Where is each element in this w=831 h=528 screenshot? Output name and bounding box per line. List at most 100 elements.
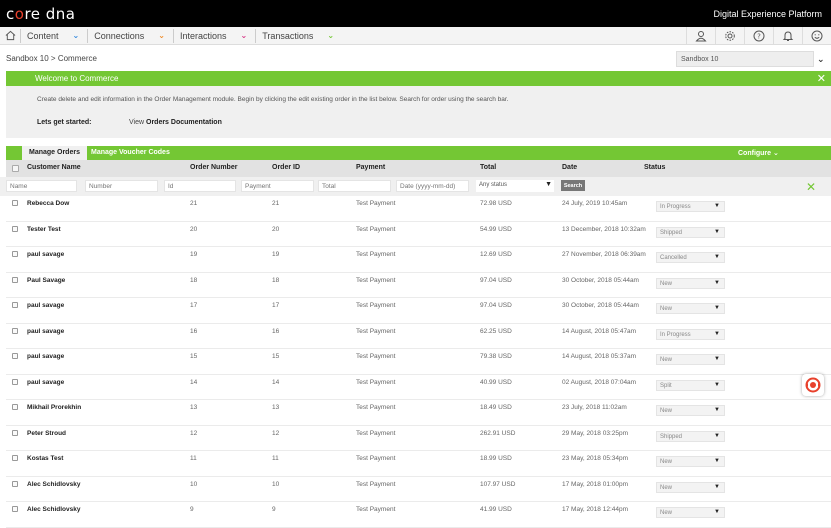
row-checkbox[interactable]	[12, 378, 18, 385]
table-row[interactable]: Rebecca Dow 21 21 Test Payment 72.98 USD 24 J…	[6, 196, 831, 222]
customer-name[interactable]: Rebecca Dow	[27, 200, 69, 207]
customer-name[interactable]: Mikhail Prorekhin	[27, 404, 81, 411]
table-row[interactable]: paul savage 15 15 Test Payment 79.38 USD 14 A…	[6, 349, 831, 375]
order-total: 40.99 USD	[480, 378, 512, 386]
status-select[interactable]: New ▼	[656, 481, 725, 493]
column-header-payment[interactable]: Payment	[356, 164, 385, 171]
order-date: 13 December, 2018 10:32am	[562, 225, 646, 233]
nav-item-label: Transactions	[262, 30, 314, 41]
chat-widget-button[interactable]	[802, 374, 824, 396]
row-checkbox[interactable]	[12, 251, 18, 257]
row-checkbox[interactable]	[12, 404, 18, 410]
customer-name[interactable]: Paul Savage	[27, 277, 65, 284]
customer-name[interactable]: paul savage	[27, 302, 64, 309]
status-select[interactable]: Cancelled ▼	[656, 252, 725, 263]
customer-name[interactable]: paul savage	[27, 328, 64, 335]
table-row[interactable]: paul savage 14 14 Test Payment 40.99 USD 02 A…	[6, 375, 831, 400]
customer-name[interactable]: paul savage	[27, 353, 64, 360]
table-row[interactable]: Mikhail Prorekhin 13 13 Test Payment 18.49 U…	[6, 400, 831, 426]
status-value: Cancelled	[660, 255, 687, 261]
breadcrumb[interactable]: Sandbox 10 > Commerce	[0, 54, 97, 63]
chevron-down-icon[interactable]: ⌄	[817, 54, 825, 65]
table-row[interactable]: Paul Savage 18 18 Test Payment 97.04 USD 30 O…	[6, 273, 831, 298]
table-row[interactable]: Kostas Test 11 11 Test Payment 18.99 USD 23 M…	[6, 451, 831, 477]
row-checkbox[interactable]	[12, 327, 18, 334]
documentation-link[interactable]: View Orders Documentation	[129, 119, 222, 126]
row-checkbox[interactable]	[12, 302, 18, 308]
filter-id-input[interactable]	[164, 180, 236, 192]
filter-date-input[interactable]	[396, 180, 469, 192]
customer-name[interactable]: paul savage	[27, 379, 64, 386]
smiley-icon[interactable]	[802, 26, 831, 45]
status-select[interactable]: Split ▼	[656, 379, 725, 391]
site-selector[interactable]: Sandbox 10	[676, 51, 814, 67]
filter-total-input[interactable]	[318, 180, 391, 192]
status-select[interactable]: New ▼	[656, 456, 725, 467]
close-icon[interactable]: ✕	[817, 72, 826, 85]
row-checkbox[interactable]	[12, 455, 18, 461]
row-checkbox[interactable]	[12, 506, 18, 512]
status-select[interactable]: Shipped ▼	[656, 226, 725, 238]
table-row[interactable]: Peter Stroud 12 12 Test Payment 262.91 USD 29…	[6, 426, 831, 451]
column-header-status[interactable]: Status	[644, 164, 665, 171]
user-icon[interactable]	[686, 26, 715, 45]
status-value: New	[660, 280, 673, 287]
column-header-order-number[interactable]: Order Number	[190, 164, 237, 171]
customer-name[interactable]: Tester Test	[27, 226, 61, 233]
clear-filters-icon[interactable]: ✕	[806, 180, 816, 194]
nav-item-interactions[interactable]: Interactions ⌄	[172, 28, 255, 43]
gear-icon[interactable]	[715, 26, 744, 45]
status-select[interactable]: New ▼	[656, 507, 725, 518]
nav-item-transactions[interactable]: Transactions ⌄	[255, 28, 342, 43]
table-row[interactable]: Alec Schidlovsky 9 9 Test Payment 41.99 USD 1…	[6, 502, 831, 528]
column-header-total[interactable]: Total	[480, 164, 496, 171]
status-select[interactable]: New ▼	[656, 303, 725, 314]
customer-name[interactable]: Alec Schidlovsky	[27, 506, 80, 513]
column-header-customer[interactable]: Customer Name	[27, 164, 81, 171]
order-number: 11	[190, 455, 197, 462]
home-icon[interactable]	[0, 30, 20, 41]
status-select[interactable]: In Progress ▼	[656, 201, 725, 212]
search-button[interactable]: Search	[561, 180, 585, 191]
configure-button[interactable]: Configure ⌄	[738, 146, 779, 160]
status-select[interactable]: New ▼	[656, 354, 725, 365]
help-icon[interactable]: ?	[744, 26, 773, 45]
status-select[interactable]: In Progress ▼	[656, 328, 725, 340]
status-select[interactable]: New ▼	[656, 405, 725, 416]
table-row[interactable]: Alec Schidlovsky 10 10 Test Payment 107.97 U…	[6, 477, 831, 502]
bell-icon[interactable]	[773, 26, 802, 45]
row-checkbox[interactable]	[12, 353, 18, 359]
select-all-checkbox[interactable]	[12, 165, 19, 172]
tab-manage-orders[interactable]: Manage Orders	[22, 146, 87, 160]
table-row[interactable]: Tester Test 20 20 Test Payment 54.99 USD 13 D…	[6, 222, 831, 247]
row-checkbox[interactable]	[12, 480, 18, 487]
payment-method: Test Payment	[356, 276, 396, 284]
caret-down-icon: ▼	[714, 483, 720, 490]
order-total: 72.98 USD	[480, 200, 512, 207]
row-checkbox[interactable]	[12, 225, 18, 232]
nav-item-content[interactable]: Content ⌄	[20, 28, 87, 43]
table-row[interactable]: paul savage 19 19 Test Payment 12.69 USD 27 N…	[6, 247, 831, 273]
customer-name[interactable]: Kostas Test	[27, 455, 63, 462]
filter-status-select[interactable]: Any status ▼	[476, 180, 554, 192]
filter-payment-input[interactable]	[241, 180, 314, 192]
tab-manage-voucher-codes[interactable]: Manage Voucher Codes	[91, 146, 170, 160]
row-checkbox[interactable]	[12, 200, 18, 206]
customer-name[interactable]: Peter Stroud	[27, 430, 66, 437]
row-checkbox[interactable]	[12, 276, 18, 283]
customer-name[interactable]: paul savage	[27, 251, 64, 258]
column-header-date[interactable]: Date	[562, 164, 577, 171]
caret-down-icon: ▼	[714, 228, 720, 235]
status-select[interactable]: Shipped ▼	[656, 430, 725, 442]
logo[interactable]: core dna	[6, 5, 76, 23]
nav-item-connections[interactable]: Connections ⌄	[87, 28, 173, 43]
status-value: New	[660, 357, 673, 363]
column-header-order-id[interactable]: Order ID	[272, 164, 300, 171]
status-select[interactable]: New ▼	[656, 277, 725, 289]
table-row[interactable]: paul savage 17 17 Test Payment 97.04 USD 30 O…	[6, 298, 831, 324]
filter-name-input[interactable]	[6, 180, 77, 192]
customer-name[interactable]: Alec Schidlovsky	[27, 481, 80, 488]
filter-number-input[interactable]	[85, 180, 158, 192]
table-row[interactable]: paul savage 16 16 Test Payment 62.25 USD 14 A…	[6, 324, 831, 349]
row-checkbox[interactable]	[12, 429, 18, 436]
